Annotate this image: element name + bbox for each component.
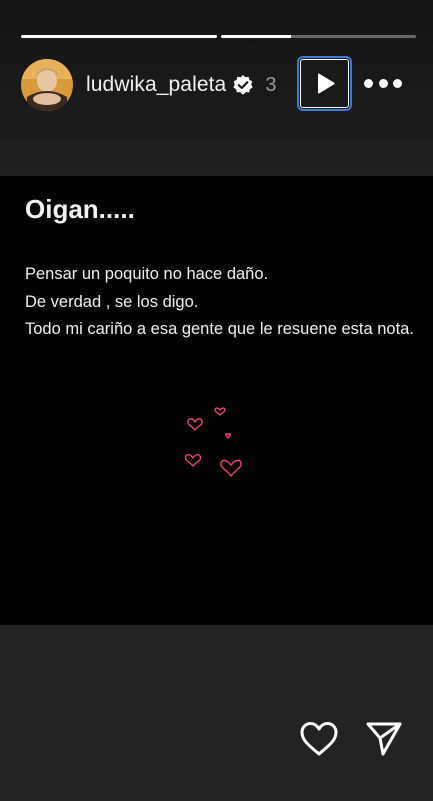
share-button[interactable] — [363, 718, 405, 760]
more-dot — [393, 78, 402, 88]
play-icon — [317, 73, 335, 93]
post-time: 3 — [265, 73, 277, 96]
heart-doodle — [187, 418, 203, 431]
heart-doodle — [224, 433, 232, 439]
verified-badge-icon — [232, 74, 254, 96]
progress-fill — [220, 35, 291, 38]
progress-fill — [21, 35, 217, 38]
progress-segment — [21, 35, 217, 38]
story-footer — [0, 625, 433, 801]
more-dot — [378, 78, 388, 88]
avatar-image — [21, 59, 73, 111]
story-text-line: Todo mi cariño a esa gente que le resuen… — [25, 320, 414, 338]
story-progress — [21, 35, 416, 38]
heart-doodle — [220, 459, 242, 477]
heart-outline-icon — [300, 722, 338, 756]
username[interactable]: ludwika_paleta — [86, 73, 226, 97]
story-text: Pensar un poquito no hace daño. De verda… — [25, 261, 415, 344]
progress-segment — [220, 35, 416, 38]
more-dot — [364, 78, 373, 88]
story-text-line: Pensar un poquito no hace daño. — [25, 265, 269, 283]
play-button[interactable] — [297, 56, 352, 111]
heart-doodle — [184, 453, 202, 467]
send-icon — [366, 722, 402, 756]
story-viewer: ludwika_paleta 3 Oigan..... Pensar un po… — [0, 0, 433, 801]
avatar[interactable] — [21, 59, 73, 111]
story-text-line: De verdad , se los digo. — [25, 292, 199, 311]
hearts-sticker — [180, 401, 250, 481]
heart-doodle — [214, 407, 226, 416]
story-content: Oigan..... Pensar un poquito no hace dañ… — [0, 176, 433, 625]
more-options-icon[interactable] — [364, 70, 402, 96]
story-title: Oigan..... — [25, 194, 135, 224]
story-header: ludwika_paleta 3 — [21, 56, 412, 111]
like-button[interactable] — [298, 718, 340, 760]
